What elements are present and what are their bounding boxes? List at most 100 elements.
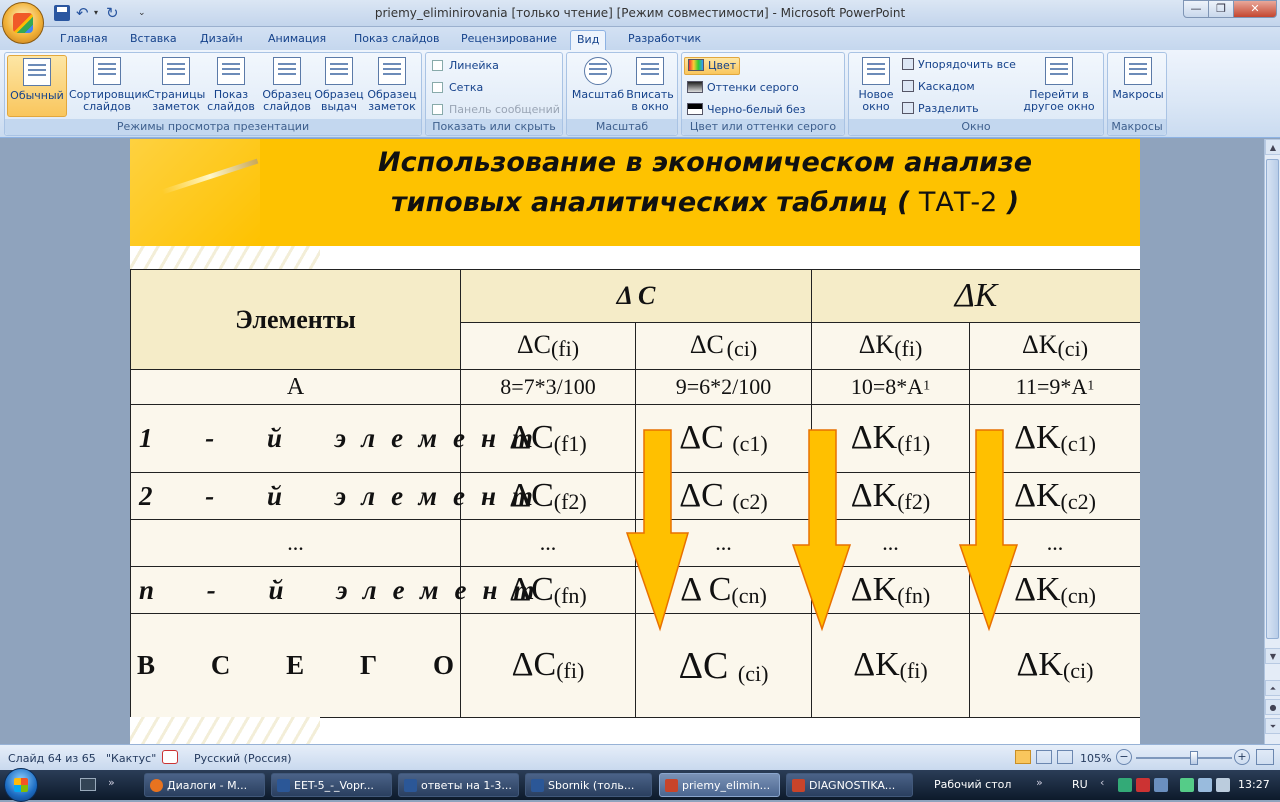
cell-main: ΔK xyxy=(1014,476,1061,514)
tab-developer[interactable]: Разработчик xyxy=(622,30,707,50)
split-button[interactable]: Разделить xyxy=(899,101,982,119)
zoom-in-icon[interactable]: + xyxy=(1234,749,1250,765)
btn-label: заметок xyxy=(368,100,416,113)
title-line-1: Использование в экономическом анализе xyxy=(377,147,1033,178)
slide-workspace: Использование в экономическом анализе ти… xyxy=(0,139,1264,744)
close-button[interactable]: ✕ xyxy=(1233,0,1277,18)
slideshow-button[interactable]: Показ слайдов xyxy=(207,55,255,117)
grid-checkbox[interactable]: Сетка xyxy=(432,81,483,97)
fit-window-icon xyxy=(636,57,664,85)
slide-title[interactable]: Использование в экономическом анализе ти… xyxy=(270,143,1140,223)
tab-animation[interactable]: Анимация xyxy=(262,30,332,50)
cell-main: ΔK xyxy=(1014,419,1061,457)
volume-icon[interactable] xyxy=(1216,778,1230,792)
table-cell: 8=7*3/100 xyxy=(460,369,636,405)
cell-main: ΔK xyxy=(1021,329,1058,359)
status-bar: Слайд 64 из 65 "Кактус" Русский (Россия)… xyxy=(0,744,1280,770)
antivirus-icon[interactable] xyxy=(1136,778,1150,792)
arrange-all-button[interactable]: Упорядочить все xyxy=(899,57,1019,75)
slide-sorter-button[interactable]: Сортировщик слайдов xyxy=(69,55,148,117)
toolbar-chevron-icon[interactable]: » xyxy=(1036,776,1043,789)
btn-label: Упорядочить все xyxy=(918,58,1016,71)
slide-counter: Слайд 64 из 65 xyxy=(8,752,96,765)
taskbar-item[interactable]: Sbornik (толь... xyxy=(525,773,652,797)
normal-view-button[interactable]: Обычный xyxy=(7,55,67,117)
taskbar-item-label: ответы на 1-3... xyxy=(421,779,512,792)
language[interactable]: Русский (Россия) xyxy=(194,752,292,765)
btn-label: выдач xyxy=(320,100,357,113)
normal-view-status-icon[interactable] xyxy=(1015,750,1031,764)
sorter-view-status-icon[interactable] xyxy=(1036,750,1052,764)
language-indicator[interactable]: RU xyxy=(1072,778,1088,791)
slideshow-status-icon[interactable] xyxy=(1057,750,1073,764)
select-browse-icon[interactable]: ● xyxy=(1265,699,1280,715)
vertical-scrollbar[interactable]: ▲ ▼ ⏶ ● ⏷ xyxy=(1264,139,1280,744)
tab-review[interactable]: Рецензирование xyxy=(455,30,563,50)
tray-icon[interactable] xyxy=(1154,778,1168,792)
taskbar-item[interactable]: DIAGNOSTIKA... xyxy=(786,773,913,797)
tab-insert[interactable]: Вставка xyxy=(124,30,183,50)
spellcheck-icon[interactable] xyxy=(162,750,178,764)
taskbar-item-active[interactable]: priemy_elimin... xyxy=(659,773,780,797)
next-slide-icon[interactable]: ⏷ xyxy=(1265,718,1280,734)
taskbar-item[interactable]: EET-5_-_Vopr... xyxy=(271,773,392,797)
black-white-button[interactable]: Черно-белый без серого xyxy=(684,102,844,132)
scroll-up-icon[interactable]: ▲ xyxy=(1265,139,1280,155)
grayscale-button[interactable]: Оттенки серого xyxy=(684,80,802,98)
macros-button[interactable]: Макросы xyxy=(1112,55,1164,117)
new-window-button[interactable]: Новое окно xyxy=(853,55,899,117)
cell-main: ΔK xyxy=(853,646,900,684)
cell-main: ΔC xyxy=(679,419,733,457)
prev-slide-icon[interactable]: ⏶ xyxy=(1265,680,1280,696)
tab-view[interactable]: Вид xyxy=(570,30,607,50)
battery-icon[interactable] xyxy=(1198,778,1212,792)
fit-to-window-button[interactable]: Вписать в окно xyxy=(625,55,675,117)
notes-master-button[interactable]: Образец заметок xyxy=(365,55,419,117)
scroll-thumb[interactable] xyxy=(1266,159,1279,639)
analysis-table[interactable]: Элементы Δ C ΔK ΔC(fi) ΔC (ci) ΔK(fi) ΔK… xyxy=(130,269,1140,718)
handout-master-button[interactable]: Образец выдач xyxy=(313,55,365,117)
btn-label: в окно xyxy=(631,100,669,113)
word-icon xyxy=(404,779,417,792)
table-cell: 10=8*A1 xyxy=(811,369,970,405)
desktop-toolbar[interactable]: Рабочий стол xyxy=(934,778,1011,791)
quicklaunch-chevron-icon[interactable]: » xyxy=(108,776,115,789)
tray-app-icon[interactable] xyxy=(1118,778,1132,792)
table-cell: ΔC(fi) xyxy=(460,322,636,370)
table-cell: ΔC (ci) xyxy=(635,322,812,370)
start-button[interactable] xyxy=(4,768,38,802)
tab-design[interactable]: Дизайн xyxy=(194,30,249,50)
notes-page-button[interactable]: Страницы заметок xyxy=(147,55,205,117)
network-icon[interactable] xyxy=(1180,778,1194,792)
slide[interactable]: Использование в экономическом анализе ти… xyxy=(130,139,1140,744)
color-button[interactable]: Цвет xyxy=(684,57,741,75)
btn-label: Масштаб xyxy=(571,88,625,101)
slide-master-button[interactable]: Образец слайдов xyxy=(261,55,313,117)
table-row: ... ... ... ... ... xyxy=(130,519,1140,567)
zoom-level[interactable]: 105% xyxy=(1080,752,1111,765)
cell-sub: (fn) xyxy=(553,583,587,609)
switch-window-button[interactable]: Перейти в другое окно xyxy=(1019,55,1099,117)
show-desktop-icon[interactable] xyxy=(80,778,96,791)
restore-button[interactable]: ❐ xyxy=(1208,0,1234,18)
ruler-checkbox[interactable]: Линейка xyxy=(432,59,499,75)
minimize-button[interactable]: — xyxy=(1183,0,1209,18)
taskbar-item[interactable]: ответы на 1-3... xyxy=(398,773,519,797)
cell-main: ... xyxy=(715,530,732,555)
message-bar-checkbox: Панель сообщений xyxy=(432,103,560,119)
clock[interactable]: 13:27 xyxy=(1238,778,1270,791)
fit-slide-icon[interactable] xyxy=(1256,749,1274,765)
zoom-button[interactable]: Масштаб xyxy=(571,55,625,117)
scroll-down-icon[interactable]: ▼ xyxy=(1265,648,1280,664)
taskbar-item[interactable]: Диалоги - М... xyxy=(144,773,265,797)
zoom-slider[interactable] xyxy=(1136,751,1232,765)
tab-home[interactable]: Главная xyxy=(54,30,114,50)
zoom-out-icon[interactable]: − xyxy=(1116,749,1132,765)
office-button[interactable] xyxy=(2,2,44,44)
cascade-button[interactable]: Каскадом xyxy=(899,79,978,97)
tray-expand-icon[interactable]: ‹ xyxy=(1100,776,1104,789)
tab-slideshow[interactable]: Показ слайдов xyxy=(348,30,446,50)
zoom-slider-thumb[interactable] xyxy=(1189,751,1198,765)
cell-sub: (ci) xyxy=(737,660,769,686)
windows-logo-icon xyxy=(14,778,28,792)
